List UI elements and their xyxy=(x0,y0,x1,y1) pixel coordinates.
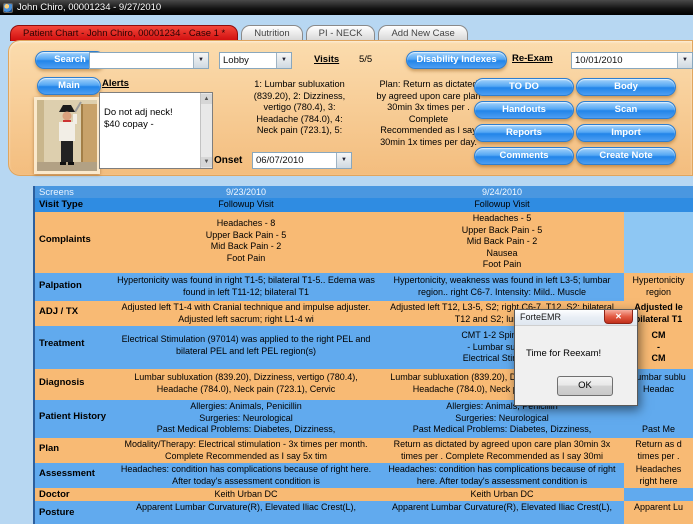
location-combobox[interactable]: Lobby ▼ xyxy=(219,52,292,69)
chevron-down-icon[interactable]: ▼ xyxy=(276,53,291,68)
grid-column-date-2[interactable]: 9/24/2010 xyxy=(380,186,624,198)
grid-cell[interactable]: Headaches - 8 Upper Back Pain - 5 Mid Ba… xyxy=(112,212,380,273)
dialog-message: Time for Reexam! xyxy=(526,348,602,359)
grid-cell[interactable] xyxy=(624,198,693,212)
alerts-text: Do not adj neck! $40 copay - xyxy=(104,107,173,130)
row-label: ADJ / TX xyxy=(35,301,112,326)
alerts-label: Alerts xyxy=(102,78,129,89)
grid-cell[interactable] xyxy=(624,212,693,273)
grid-row-assessment: Assessment Headaches: condition has comp… xyxy=(35,463,693,488)
grid-cell[interactable]: Followup Visit xyxy=(112,198,380,212)
grid-cell[interactable]: Headaches: condition has complications b… xyxy=(112,463,380,488)
grid-cell[interactable]: Keith Urban DC xyxy=(112,488,380,501)
grid-header-row: Screens 9/23/2010 9/24/2010 xyxy=(35,186,693,198)
ok-button[interactable]: OK xyxy=(557,376,613,396)
grid-cell[interactable]: Adjusted left T1-4 with Cranial techniqu… xyxy=(112,301,380,326)
grid-cell[interactable]: Keith Urban DC xyxy=(380,488,624,501)
grid-row-visit-type: Visit Type Followup Visit Followup Visit xyxy=(35,198,693,212)
onset-label: Onset xyxy=(214,155,243,166)
grid-cell[interactable]: Modality/Therapy: Electrical stimulation… xyxy=(112,438,380,463)
tab-add-new-case[interactable]: Add New Case xyxy=(378,25,468,41)
re-exam-date-combobox[interactable]: 10/01/2010 ▼ xyxy=(571,52,693,69)
onset-date-value: 06/07/2010 xyxy=(256,155,304,166)
grid-row-posture: Posture Apparent Lumbar Curvature(R), El… xyxy=(35,501,693,524)
grid-row-complaints: Complaints Headaches - 8 Upper Back Pain… xyxy=(35,212,693,273)
re-exam-label: Re-Exam xyxy=(512,53,553,64)
patient-photo[interactable] xyxy=(34,97,100,174)
row-label: Visit Type xyxy=(35,198,112,212)
tab-bar: Patient Chart - John Chiro, 00001234 - C… xyxy=(10,25,471,41)
grid-column-date-3[interactable] xyxy=(624,186,693,198)
tab-nutrition[interactable]: Nutrition xyxy=(241,25,303,41)
window-title: John Chiro, 00001234 - 9/27/2010 xyxy=(17,2,162,13)
grid-cell[interactable]: Lumbar subluxation (839.20), Dizziness, … xyxy=(112,369,380,400)
row-label: Posture xyxy=(35,501,112,524)
main-button[interactable]: Main xyxy=(37,77,101,95)
row-label: Treatment xyxy=(35,326,112,369)
chevron-down-icon[interactable]: ▼ xyxy=(193,53,208,68)
import-button[interactable]: Import xyxy=(576,124,676,142)
grid-cell[interactable]: Apparent Lumbar Curvature(R), Elevated I… xyxy=(380,501,624,524)
close-icon[interactable]: ✕ xyxy=(604,310,633,324)
create-note-button[interactable]: Create Note xyxy=(576,147,676,165)
grid-row-doctor: Doctor Keith Urban DC Keith Urban DC xyxy=(35,488,693,501)
row-label: Palpation xyxy=(35,273,112,301)
grid-column-date-1[interactable]: 9/23/2010 xyxy=(112,186,380,198)
todo-button[interactable]: TO DO xyxy=(474,78,574,96)
grid-row-plan: Plan Modality/Therapy: Electrical stimul… xyxy=(35,438,693,463)
visits-value: 5/5 xyxy=(359,54,373,65)
body-button[interactable]: Body xyxy=(576,78,676,96)
scroll-down-icon[interactable]: ▼ xyxy=(201,157,212,167)
grid-corner-label: Screens xyxy=(35,186,112,198)
grid-cell[interactable] xyxy=(624,488,693,501)
grid-cell[interactable]: Apparent Lumbar Curvature(R), Elevated I… xyxy=(112,501,380,524)
tab-patient-chart[interactable]: Patient Chart - John Chiro, 00001234 - C… xyxy=(10,25,239,41)
grid-cell[interactable]: Hypertonicity region xyxy=(624,273,693,301)
patient-photo-image xyxy=(37,100,97,171)
handouts-button[interactable]: Handouts xyxy=(474,101,574,119)
grid-row-palpation: Palpation Hypertonicity was found in rig… xyxy=(35,273,693,301)
chevron-down-icon[interactable]: ▼ xyxy=(336,153,351,168)
row-label: Patient History xyxy=(35,400,112,438)
row-label: Complaints xyxy=(35,212,112,273)
grid-cell[interactable]: Hypertonicity, weakness was found in lef… xyxy=(380,273,624,301)
tab-pi-neck[interactable]: PI - NECK xyxy=(305,25,376,41)
row-label: Assessment xyxy=(35,463,112,488)
grid-cell[interactable]: Return as d times per . xyxy=(624,438,693,463)
grid-cell[interactable]: Headaches: condition has complications b… xyxy=(380,463,624,488)
scan-button[interactable]: Scan xyxy=(576,101,676,119)
window-titlebar: John Chiro, 00001234 - 9/27/2010 xyxy=(0,0,693,15)
app-icon xyxy=(3,2,13,13)
patient-combobox[interactable]: ▼ xyxy=(89,52,209,69)
disability-indexes-button[interactable]: Disability Indexes xyxy=(406,51,507,69)
comments-button[interactable]: Comments xyxy=(474,147,574,165)
row-label: Plan xyxy=(35,438,112,463)
grid-cell[interactable]: Headaches - 5 Upper Back Pain - 5 Mid Ba… xyxy=(380,212,624,273)
grid-cell[interactable]: Apparent Lu xyxy=(624,501,693,524)
grid-cell[interactable]: Return as dictated by agreed upon care p… xyxy=(380,438,624,463)
chevron-down-icon[interactable]: ▼ xyxy=(677,53,692,68)
re-exam-date-value: 10/01/2010 xyxy=(575,55,623,66)
onset-date-combobox[interactable]: 06/07/2010 ▼ xyxy=(252,152,352,169)
toolbar-panel: Search ▼ Lobby ▼ Visits 5/5 Disability I… xyxy=(8,40,693,176)
grid-cell[interactable]: Electrical Stimulation (97014) was appli… xyxy=(112,326,380,369)
alerts-textarea[interactable]: Do not adj neck! $40 copay - ▲ ▼ xyxy=(99,92,213,169)
reexam-dialog: ForteEMR ✕ Time for Reexam! OK xyxy=(514,309,638,406)
location-combobox-value: Lobby xyxy=(223,55,249,66)
row-label: Diagnosis xyxy=(35,369,112,400)
grid-cell[interactable]: Hypertonicity was found in right T1-5; b… xyxy=(112,273,380,301)
visits-label: Visits xyxy=(314,54,340,65)
row-label: Doctor xyxy=(35,488,112,501)
grid-cell[interactable]: Followup Visit xyxy=(380,198,624,212)
grid-cell[interactable]: Headaches right here xyxy=(624,463,693,488)
reports-button[interactable]: Reports xyxy=(474,124,574,142)
grid-cell[interactable]: Allergies: Animals, Penicillin Surgeries… xyxy=(112,400,380,438)
